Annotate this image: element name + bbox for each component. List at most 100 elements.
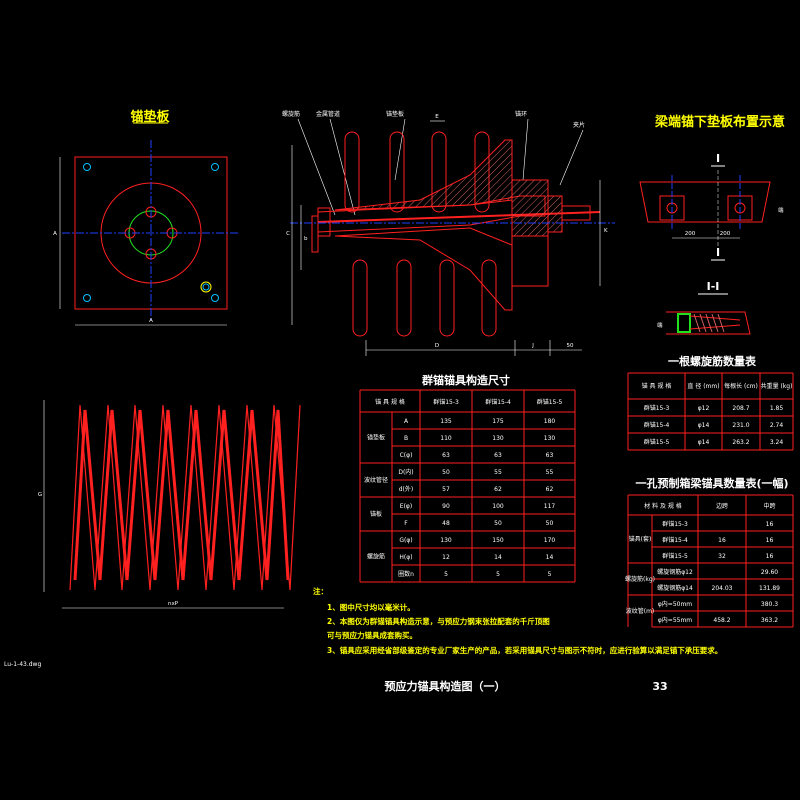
dim-j-label: J <box>531 343 534 349</box>
table-cell: 14 <box>494 554 502 561</box>
table-cell: 62 <box>546 486 554 493</box>
section-mark-bottom: I <box>716 246 720 259</box>
qty-table-title: 一孔预制箱梁锚具数量表(一幅) <box>635 476 788 490</box>
table-cell: G(φ) <box>399 537 412 544</box>
label-bellows: 金属管道 <box>316 110 340 118</box>
table-cell: 14 <box>546 554 554 561</box>
table-cell: 57 <box>442 486 450 493</box>
table-group: 锚垫板 <box>367 434 385 442</box>
dim-b1-label: b <box>304 236 308 242</box>
table-header: 锚 具 规 格 <box>642 382 672 390</box>
table-cell: 16 <box>718 537 726 544</box>
table-header: 锚 具 规 格 <box>375 398 405 406</box>
table-cell: 16 <box>766 537 774 544</box>
dim-a-label: A <box>149 318 153 324</box>
coil-length-label: nxP <box>168 601 179 607</box>
note-line: 3、锚具应采用经省部级鉴定的专业厂家生产的产品，若采用锚具尺寸与图示不符时，应进… <box>327 645 722 655</box>
table-cell: D(内) <box>398 468 413 476</box>
table-header: 共重量 (kg) <box>761 382 793 390</box>
table-cell: 16 <box>766 521 774 528</box>
table-cell: φ14 <box>698 439 710 446</box>
section-mark-top: I <box>716 152 720 165</box>
table-header: 边跨 <box>716 502 728 510</box>
table-cell: 群锚15-3 <box>662 520 688 528</box>
table-group: 波纹管(m) <box>626 607 655 615</box>
table-cell: 螺旋钢筋φ12 <box>657 568 693 576</box>
table-cell: 2.74 <box>770 422 784 429</box>
corner-tag: Lu-1-43.dwg <box>4 661 41 668</box>
table-cell: 1.85 <box>770 405 784 412</box>
table-cell: d(外) <box>399 485 414 493</box>
section-label: I-I <box>707 280 720 293</box>
table-cell: 50 <box>546 520 554 527</box>
spiral-front <box>73 409 290 581</box>
table-cell: 63 <box>494 452 502 459</box>
table-cell: 135 <box>440 418 452 425</box>
table-cell: 16 <box>766 553 774 560</box>
anchor-qty-table: 一孔预制箱梁锚具数量表(一幅) 材 料 及 规 格 边跨 中跨锚具(套) 螺旋筋(kg… <box>625 476 794 628</box>
bearing-plate <box>677 313 691 333</box>
table-cell: 175 <box>492 418 504 425</box>
table-cell: F <box>404 520 408 527</box>
table-cell: 90 <box>442 503 450 510</box>
table-header: 群锚15-3 <box>433 398 459 406</box>
table-cell: 50 <box>442 469 450 476</box>
anchor-section-view: 螺旋筋 金属管道 锚垫板 锚环 夹片 E C b K D J 50 <box>282 110 615 356</box>
table-cell: 130 <box>440 537 452 544</box>
table-cell: 204.03 <box>712 585 733 592</box>
label-anchor: 锚环 <box>515 110 527 118</box>
table-cell: B <box>404 435 408 442</box>
anchor-trumpet <box>334 139 513 211</box>
table-cell: 5 <box>444 571 448 578</box>
bolt-hole <box>83 163 91 171</box>
table-cell: φ12 <box>698 405 710 412</box>
table-cell: 231.0 <box>732 422 749 429</box>
dim-c-label: C <box>286 231 290 237</box>
table-cell: 29.60 <box>761 569 778 576</box>
table-cell: 50 <box>494 520 502 527</box>
spiral-coil-view: nxP G <box>38 400 301 609</box>
anchor-plate-view: 锚垫板 A A <box>53 109 240 326</box>
page-number: 33 <box>652 680 667 693</box>
table-cell: 180 <box>544 418 556 425</box>
spiral-qty-table: 一根螺旋筋数量表 锚 具 规 格 直 径 (mm) 每根长 (cm) 共重量 (kg)… <box>627 354 794 451</box>
table-cell: 12 <box>442 554 450 561</box>
table-cell: 32 <box>718 553 726 560</box>
plate-layout-view: 梁端锚下垫板布置示意 I 200 200 端 I I-I 端 <box>639 114 785 335</box>
table-header: 群锚15-5 <box>537 398 563 406</box>
note-line: 注： <box>313 586 328 596</box>
note-line: 可与预应力锚具成套购买。 <box>327 630 417 640</box>
plate-layout-title: 梁端锚下垫板布置示意 <box>654 114 785 130</box>
table-cell: φ14 <box>698 422 710 429</box>
table-cell: 110 <box>440 435 452 442</box>
dim-k-label: K <box>604 228 608 234</box>
dim-sec: 端 <box>657 321 663 329</box>
table-cell: 131.89 <box>759 585 780 592</box>
table-header: 群锚15-4 <box>485 398 511 406</box>
table-group: 锚板 <box>370 510 382 518</box>
structure-table: 群锚锚具构造尺寸 锚 具 规 格 群锚15-3 群锚15-4 群锚15-5 锚垫板波纹管… <box>359 373 576 583</box>
note-line: 1、图中尺寸均以毫米计。 <box>327 602 415 612</box>
anchor-head <box>511 179 549 237</box>
table-cell: E(φ) <box>400 503 412 510</box>
table-cell: 63 <box>442 452 450 459</box>
table-cell: 263.2 <box>732 439 749 446</box>
dim-e-label: E <box>435 114 439 120</box>
structure-table-title: 群锚锚具构造尺寸 <box>421 373 510 387</box>
table-cell: 62 <box>494 486 502 493</box>
table-cell: 圈数n <box>398 570 414 578</box>
table-cell: H(φ) <box>399 554 412 561</box>
bolt-hole <box>83 294 91 302</box>
table-header: 直 径 (mm) <box>687 382 719 390</box>
dim-a-label: A <box>53 231 57 237</box>
table-group: 波纹管径 <box>364 476 388 484</box>
table-header: 每根长 (cm) <box>724 382 758 390</box>
table-cell: 55 <box>494 469 502 476</box>
table-cell: C(φ) <box>400 452 413 459</box>
table-cell: 群锚15-5 <box>662 552 688 560</box>
spiral-table-title: 一根螺旋筋数量表 <box>668 354 757 368</box>
table-group: 螺旋筋(kg) <box>625 575 655 583</box>
table-cell: 群锚15-4 <box>662 536 688 544</box>
table-cell: 63 <box>546 452 554 459</box>
table-cell: 群锚15-4 <box>644 421 670 429</box>
